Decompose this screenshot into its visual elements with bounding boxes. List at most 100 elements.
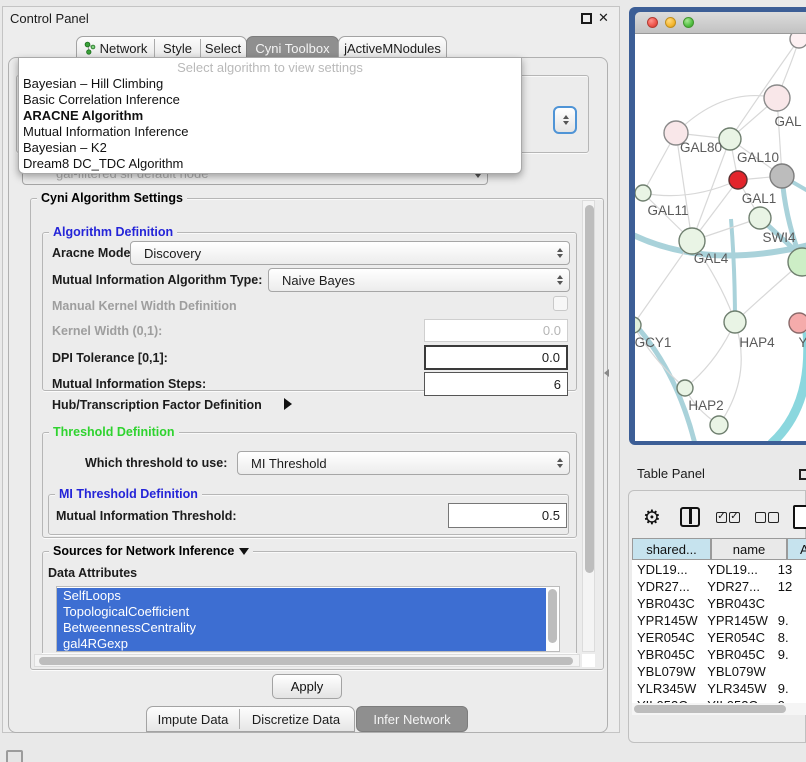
cyni-algorithm-settings-title: Cyni Algorithm Settings	[37, 191, 187, 205]
network-node[interactable]	[790, 34, 806, 48]
attribute-list-item[interactable]: SelfLoops	[57, 588, 547, 604]
window-close-button[interactable]	[647, 17, 658, 28]
algorithm-option[interactable]: Mutual Information Inference	[23, 124, 188, 140]
network-node[interactable]	[719, 128, 741, 150]
mi-type-value: Naive Bayes	[282, 273, 355, 288]
network-node[interactable]	[729, 171, 747, 189]
mi-type-label: Mutual Information Algorithm Type:	[52, 273, 262, 287]
network-node[interactable]	[770, 164, 794, 188]
table-cell	[770, 664, 806, 681]
table-row[interactable]: YPR145WYPR145W9.	[632, 613, 806, 630]
table-row[interactable]: YER054CYER054C8.	[632, 630, 806, 647]
network-window-titlebar[interactable]	[635, 12, 806, 34]
column-header-name[interactable]: name	[711, 538, 787, 560]
tab-select[interactable]: Select	[201, 37, 245, 59]
tab-network[interactable]: Network	[77, 37, 154, 59]
unchecked-checkbox-icon[interactable]	[755, 512, 766, 523]
network-node-label: GAL1	[742, 191, 777, 206]
column-header-label: A	[800, 542, 806, 557]
sources-title[interactable]: Sources for Network Inference	[49, 544, 253, 558]
kernel-width-label: Kernel Width (0,1):	[52, 324, 162, 338]
algorithm-option[interactable]: Dream8 DC_TDC Algorithm	[23, 156, 183, 172]
attribute-list-item[interactable]: BetweennessCentrality	[57, 620, 547, 636]
network-node[interactable]	[677, 380, 693, 396]
mi-steps-field[interactable]: 6	[424, 372, 568, 396]
dpi-tolerance-field[interactable]: 0.0	[424, 345, 568, 370]
table-panel-float-icon[interactable]	[799, 469, 806, 480]
mi-threshold-field[interactable]: 0.5	[448, 503, 567, 528]
network-node-label: GAL80	[680, 140, 722, 155]
network-node-label: GAL10	[737, 150, 779, 165]
attribute-list-item[interactable]: TopologicalCoefficient	[57, 604, 547, 620]
attr-list-scrollbar[interactable]	[546, 587, 558, 651]
aracne-mode-combo[interactable]: Discovery	[130, 241, 570, 265]
tab-discretize-data[interactable]: Discretize Data	[240, 707, 352, 731]
hub-definition-label[interactable]: Hub/Transcription Factor Definition	[52, 398, 262, 412]
expand-arrow-icon[interactable]	[284, 398, 292, 410]
mi-steps-label: Mutual Information Steps:	[52, 377, 206, 391]
mi-type-combo[interactable]: Naive Bayes	[268, 268, 570, 292]
settings-vertical-scrollbar[interactable]	[582, 200, 595, 652]
network-node[interactable]	[710, 416, 728, 434]
window-zoom-button[interactable]	[683, 17, 694, 28]
network-node[interactable]	[724, 311, 746, 333]
unchecked-checkbox-icon[interactable]	[768, 512, 779, 523]
table-cell: YLR345W	[702, 681, 770, 698]
network-edge[interactable]	[731, 219, 735, 322]
table-horizontal-scrollbar[interactable]	[632, 703, 806, 715]
apply-button[interactable]: Apply	[272, 674, 342, 699]
table-row[interactable]: YBL079WYBL079W	[632, 664, 806, 681]
network-node[interactable]	[635, 185, 651, 201]
table-row[interactable]: YBR043CYBR043C	[632, 596, 806, 613]
algorithm-option[interactable]: Basic Correlation Inference	[23, 92, 180, 108]
tab-style[interactable]: Style	[155, 37, 200, 59]
algorithm-option[interactable]: Bayesian – K2	[23, 140, 107, 156]
table-cell: YBR045C	[702, 647, 770, 664]
float-panel-icon[interactable]	[581, 13, 592, 24]
window-minimize-button[interactable]	[665, 17, 676, 28]
close-panel-icon[interactable]: ✕	[598, 10, 609, 26]
tab-impute-data[interactable]: Impute Data	[147, 707, 239, 731]
kernel-width-field: 0.0	[424, 319, 568, 342]
collapsed-panel-icon[interactable]	[6, 750, 23, 762]
network-node-label: Y	[798, 335, 806, 350]
algorithm-option[interactable]: Bayesian – Hill Climbing	[23, 76, 163, 92]
checked-checkbox-icon[interactable]: ✓	[716, 512, 727, 523]
network-edge[interactable]	[685, 322, 735, 388]
spinner-arrows-icon	[557, 275, 563, 285]
table-cell: 9.	[770, 613, 806, 630]
table-row[interactable]: YBR045CYBR045C9.	[632, 647, 806, 664]
attribute-list-item[interactable]: gal4RGexp	[57, 636, 547, 652]
table-row[interactable]: YDL19...YDL19...13	[632, 562, 806, 579]
network-edge[interactable]	[676, 96, 777, 133]
table-cell: YER054C	[702, 630, 770, 647]
network-edge[interactable]	[635, 241, 692, 325]
checked-checkbox-icon[interactable]: ✓	[729, 512, 740, 523]
manual-kernel-checkbox[interactable]	[553, 296, 568, 311]
mi-threshold-label: Mutual Information Threshold:	[56, 509, 237, 523]
document-icon[interactable]	[793, 505, 806, 529]
algorithm-option[interactable]: ARACNE Algorithm	[23, 108, 143, 124]
sources-title-text: Sources for Network Inference	[53, 544, 234, 558]
data-attributes-list[interactable]: SelfLoopsTopologicalCoefficientBetweenne…	[56, 586, 560, 652]
column-header-partial[interactable]: A	[787, 538, 806, 560]
tab-infer-network[interactable]: Infer Network	[356, 706, 468, 732]
splitpane-arrow-icon[interactable]	[604, 369, 609, 377]
collapse-arrow-icon	[239, 548, 249, 555]
network-node-label: GCY1	[635, 335, 671, 350]
column-header-sharedname[interactable]: shared...	[632, 538, 711, 560]
settings-horizontal-scrollbar[interactable]	[34, 654, 580, 667]
which-threshold-value: MI Threshold	[251, 456, 327, 471]
network-node[interactable]	[789, 313, 806, 333]
algorithm-combo-button[interactable]	[553, 106, 577, 134]
table-row[interactable]: YDR27...YDR27...12	[632, 579, 806, 596]
gear-icon[interactable]: ⚙	[643, 505, 661, 530]
table-row[interactable]: YLR345WYLR345W9.	[632, 681, 806, 698]
which-threshold-combo[interactable]: MI Threshold	[237, 451, 570, 475]
network-view-canvas[interactable]: GALGAL80GAL10GAL1SWI4GAL11GAL4GCY1HAP4YH…	[635, 34, 806, 441]
column-layout-icon[interactable]	[680, 507, 700, 527]
network-node[interactable]	[764, 85, 790, 111]
aracne-mode-label: Aracne Mode:	[52, 246, 135, 260]
network-node[interactable]	[749, 207, 771, 229]
network-edge[interactable]	[643, 180, 738, 196]
